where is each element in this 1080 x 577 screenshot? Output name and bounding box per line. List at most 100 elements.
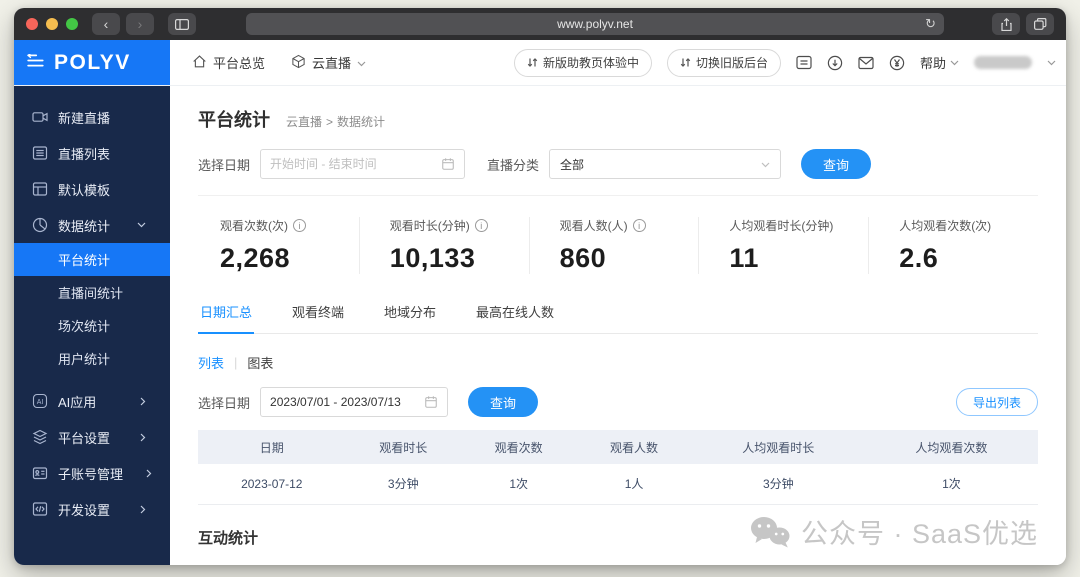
tabs-row: 日期汇总 观看终端 地域分布 最高在线人数	[198, 294, 1038, 334]
tab-region-distribution[interactable]: 地域分布	[382, 294, 438, 333]
browser-chrome: ‹ › www.polyv.net ↻	[14, 8, 1066, 40]
cube-icon	[291, 54, 306, 72]
category-filter-label: 直播分类	[487, 157, 540, 173]
view-toggle: 列表 | 图表	[198, 353, 274, 372]
stats-row: 观看次数(次) i 2,268 观看时长(分钟) i 10,133 观看人数(人) i…	[198, 196, 1038, 290]
list-icon	[32, 145, 48, 161]
chevron-down-icon	[761, 157, 770, 171]
stat-value: 860	[559, 243, 607, 273]
query-button[interactable]: 查询	[801, 149, 872, 179]
stat-view-count: 观看次数(次) i 2,268	[198, 217, 359, 274]
page-title: 平台统计	[198, 110, 270, 130]
info-icon[interactable]: i	[474, 219, 488, 232]
tab-max-online[interactable]: 最高在线人数	[474, 294, 556, 333]
url-text: www.polyv.net	[557, 17, 633, 31]
template-icon	[32, 181, 48, 197]
chevron-down-icon[interactable]	[1047, 60, 1056, 66]
stat-view-duration: 观看时长(分钟) i 10,133	[358, 217, 529, 274]
zoom-window-button[interactable]	[66, 18, 78, 30]
stat-value: 2.6	[899, 243, 939, 273]
back-button[interactable]: ‹	[92, 13, 120, 35]
table-header-row: 日期 观看时长 观看次数 观看人数 人均观看时长 人均观看次数	[198, 430, 1038, 464]
watermark: 公众号 · SaaS优选	[749, 512, 1038, 551]
mail-icon[interactable]	[858, 56, 874, 70]
view-chart-link[interactable]: 图表	[247, 353, 273, 372]
reload-icon[interactable]: ↻	[925, 16, 936, 32]
stat-viewer-count: 观看人数(人) i 860	[528, 217, 699, 274]
date-range-input[interactable]	[260, 149, 466, 179]
top-filter-row: 选择日期 直播分类 全部 查询	[198, 149, 1038, 179]
info-icon[interactable]: i	[293, 219, 306, 232]
sidebar-toggle-icon[interactable]	[168, 13, 196, 35]
finance-icon[interactable]	[889, 55, 905, 71]
sidebar: 新建直播 直播列表 默认模板 数据统计 平台统计 直播间统计 场次统计 用户统计	[14, 86, 170, 565]
ai-icon: AI	[32, 393, 48, 409]
sidebar-subitem-platform-statistics[interactable]: 平台统计	[14, 243, 170, 276]
sidebar-subitem-room-statistics[interactable]: 直播间统计	[14, 276, 170, 309]
chevron-right-icon	[140, 397, 146, 406]
date-filter-label: 选择日期	[198, 157, 251, 173]
code-icon	[32, 501, 48, 517]
chevron-down-icon	[137, 222, 146, 228]
sidebar-subitem-user-statistics[interactable]: 用户统计	[14, 342, 170, 375]
date-filter-label: 选择日期	[198, 395, 251, 411]
category-select[interactable]: 全部	[549, 149, 782, 179]
sidebar-subitem-session-statistics[interactable]: 场次统计	[14, 309, 170, 342]
sidebar-item-platform-settings[interactable]: 平台设置	[14, 419, 170, 455]
tab-view-terminal[interactable]: 观看终端	[290, 294, 346, 333]
chevron-down-icon	[950, 60, 959, 65]
stat-value: 10,133	[389, 243, 476, 273]
header-actions: 新版助教页体验中 切换旧版后台 帮助	[513, 40, 1066, 85]
table-date-range-input[interactable]	[260, 387, 449, 417]
forward-button[interactable]: ›	[126, 13, 154, 35]
tab-date-summary[interactable]: 日期汇总	[198, 294, 255, 334]
main-content: 平台统计 云直播>数据统计 选择日期 直播分类 全部 查询	[170, 86, 1066, 565]
switch-old-version-button[interactable]: 切换旧版后台	[666, 48, 781, 77]
watermark-text: 公众号 · SaaS优选	[800, 519, 1038, 549]
info-icon[interactable]: i	[632, 219, 646, 232]
pie-chart-icon	[32, 217, 48, 233]
console-icon[interactable]	[796, 55, 812, 70]
account-name-redacted[interactable]	[974, 56, 1032, 69]
sidebar-item-dev-settings[interactable]: 开发设置	[14, 491, 170, 527]
nav-cloud-live[interactable]: 云直播	[291, 53, 366, 72]
calendar-icon	[424, 395, 438, 409]
logo-block: POLYV	[14, 40, 170, 85]
sidebar-item-live-list[interactable]: 直播列表	[14, 135, 170, 171]
sidebar-item-default-template[interactable]: 默认模板	[14, 171, 170, 207]
close-window-button[interactable]	[26, 18, 38, 30]
table-filter-row: 选择日期 查询 导出列表	[198, 387, 1038, 417]
export-list-button[interactable]: 导出列表	[955, 388, 1038, 416]
download-icon[interactable]	[827, 55, 843, 71]
table-query-button[interactable]: 查询	[468, 387, 539, 417]
chevron-right-icon	[140, 433, 146, 442]
wechat-icon	[750, 516, 790, 547]
polyv-logo[interactable]: POLYV	[54, 51, 131, 75]
stat-value: 2,268	[220, 243, 291, 273]
calendar-icon	[441, 157, 455, 171]
collapse-menu-icon[interactable]	[27, 52, 44, 72]
tab-overview-icon[interactable]	[1026, 13, 1054, 35]
home-icon	[192, 54, 207, 72]
stat-avg-duration: 人均观看时长(分钟) 11	[698, 217, 868, 274]
minimize-window-button[interactable]	[46, 18, 58, 30]
view-list-link[interactable]: 列表	[198, 353, 224, 372]
nav-platform-overview[interactable]: 平台总览	[192, 53, 265, 72]
sidebar-item-subaccount-management[interactable]: 子账号管理	[14, 455, 170, 491]
share-icon[interactable]	[992, 13, 1020, 35]
camera-icon	[32, 109, 48, 125]
chevron-right-icon	[146, 469, 152, 478]
chevron-down-icon	[357, 55, 366, 70]
traffic-lights	[26, 18, 78, 30]
url-bar[interactable]: www.polyv.net ↻	[246, 13, 944, 35]
table-row[interactable]: 2023-07-12 3分钟 1次 1人 3分钟 1次	[198, 464, 1038, 505]
layers-icon	[32, 429, 48, 445]
sidebar-item-new-live[interactable]: 新建直播	[14, 99, 170, 135]
sidebar-item-data-statistics[interactable]: 数据统计	[14, 207, 170, 243]
new-assistant-page-button[interactable]: 新版助教页体验中	[513, 48, 652, 77]
svg-text:AI: AI	[37, 399, 44, 406]
browser-window: ‹ › www.polyv.net ↻ POLYV 平台总览 云直播 新版助教页…	[14, 8, 1066, 565]
sidebar-item-ai-apps[interactable]: AI AI应用	[14, 383, 170, 419]
swap-arrows-icon	[680, 58, 691, 67]
help-menu[interactable]: 帮助	[920, 53, 959, 72]
